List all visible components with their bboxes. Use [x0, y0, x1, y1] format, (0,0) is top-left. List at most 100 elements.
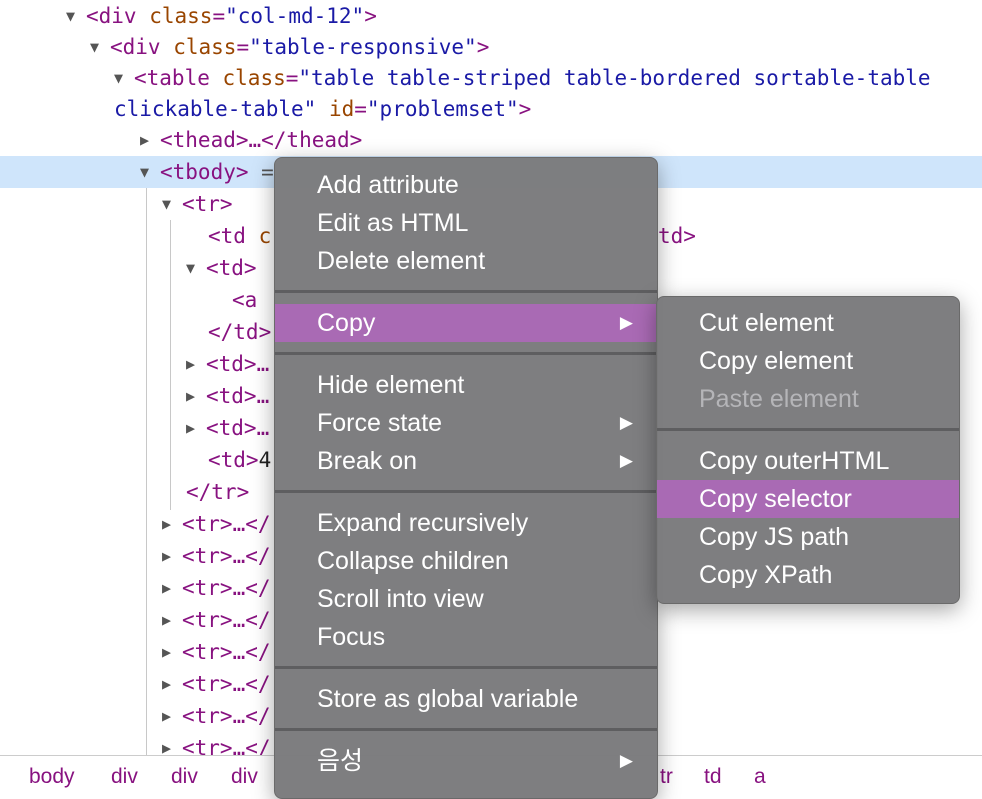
expand-triangle-icon[interactable]: ▶ — [162, 700, 182, 732]
menu-item-cut-element[interactable]: Cut element — [657, 304, 959, 342]
menu-item-break-on[interactable]: Break on ▶ — [275, 442, 657, 480]
menu-item-expand-recursively[interactable]: Expand recursively — [275, 504, 657, 542]
context-menu: Add attribute Edit as HTML Delete elemen… — [274, 157, 658, 799]
menu-item-label: Cut element — [699, 309, 834, 337]
tag-name: <a — [232, 288, 258, 312]
attr-value: "table table-striped table-bordered sort… — [298, 66, 931, 90]
dom-node-td-expanded[interactable]: ▼ <td> — [186, 252, 257, 284]
tag-name: <td>… — [206, 416, 270, 440]
menu-item-label: Expand recursively — [317, 509, 529, 537]
menu-item-edit-as-html[interactable]: Edit as HTML — [275, 204, 657, 242]
menu-item-delete-element[interactable]: Delete element — [275, 242, 657, 280]
expand-triangle-icon[interactable]: ▶ — [162, 540, 182, 572]
menu-item-copy-selector[interactable]: Copy selector — [657, 480, 959, 518]
submenu-arrow-icon: ▶ — [619, 313, 633, 332]
menu-item-focus[interactable]: Focus — [275, 618, 657, 656]
dom-node-tr-collapsed[interactable]: ▶ <tr>…</ — [162, 604, 271, 636]
menu-item-label: Break on — [317, 447, 418, 475]
dom-node-td[interactable]: <td c — [208, 220, 271, 252]
expand-triangle-icon[interactable]: ▶ — [162, 636, 182, 668]
dom-node-thead[interactable]: ▶ <thead>…</thead> — [140, 124, 362, 156]
tag-name: </td> — [208, 320, 272, 344]
menu-item-copy-js-path[interactable]: Copy JS path — [657, 518, 959, 556]
dom-node-div-table-responsive[interactable]: ▼ <div class="table-responsive"> — [90, 31, 489, 63]
tag-close: > — [518, 97, 532, 121]
dom-node-tr-collapsed[interactable]: ▶ <tr>…</ — [162, 540, 271, 572]
menu-item-label: 음성 — [317, 747, 364, 775]
dom-node-td-tail: td> — [658, 220, 696, 252]
menu-item-copy-xpath[interactable]: Copy XPath — [657, 556, 959, 594]
dom-node-div-col[interactable]: ▼ <div class="col-md-12"> — [66, 0, 377, 32]
dom-node-tr-collapsed[interactable]: ▶ <tr>…</ — [162, 508, 271, 540]
breadcrumb-item[interactable]: div — [171, 765, 198, 789]
submenu-arrow-icon: ▶ — [619, 451, 633, 470]
copy-submenu: Cut element Copy element Paste element C… — [656, 296, 960, 604]
expand-triangle-icon[interactable]: ▶ — [186, 380, 206, 412]
tree-guide-line — [170, 220, 171, 510]
dom-node-td-collapsed[interactable]: ▶ <td>… — [186, 380, 269, 412]
attr-name: class — [149, 4, 213, 28]
breadcrumb-item[interactable]: tr — [660, 765, 673, 789]
menu-item-label: Add attribute — [317, 171, 459, 199]
menu-separator — [275, 352, 657, 355]
tag-name: <tr>…</ — [182, 640, 271, 664]
breadcrumb-item[interactable]: body — [29, 765, 75, 789]
collapse-triangle-icon[interactable]: ▼ — [162, 188, 182, 220]
expand-triangle-icon[interactable]: ▶ — [162, 508, 182, 540]
menu-separator — [657, 428, 959, 431]
menu-item-copy-outerhtml[interactable]: Copy outerHTML — [657, 442, 959, 480]
menu-item-force-state[interactable]: Force state ▶ — [275, 404, 657, 442]
expand-triangle-icon[interactable]: ▶ — [162, 668, 182, 700]
dom-node-a[interactable]: <a — [232, 284, 257, 316]
menu-item-label: Copy — [317, 309, 376, 337]
collapse-triangle-icon[interactable]: ▼ — [114, 62, 134, 94]
tag-name: <div — [86, 4, 137, 28]
dom-node-tr-collapsed[interactable]: ▶ <tr>…</ — [162, 732, 271, 755]
breadcrumb-item[interactable]: a — [754, 765, 766, 789]
collapse-triangle-icon[interactable]: ▼ — [90, 31, 110, 63]
expand-triangle-icon[interactable]: ▶ — [140, 124, 160, 156]
dom-node-tr-collapsed[interactable]: ▶ <tr>…</ — [162, 700, 271, 732]
dom-node-td-close: </td> — [208, 316, 271, 348]
breadcrumb-item[interactable]: div — [231, 765, 258, 789]
attr-eq: = — [236, 35, 250, 59]
menu-item-copy-element[interactable]: Copy element — [657, 342, 959, 380]
dom-node-table[interactable]: ▼ <table class="table table-striped table… — [114, 62, 931, 94]
dom-node-tr-collapsed[interactable]: ▶ <tr>…</ — [162, 572, 271, 604]
menu-item-label: Copy outerHTML — [699, 447, 890, 475]
menu-item-copy[interactable]: Copy ▶ — [275, 304, 657, 342]
dom-node-tr[interactable]: ▼ <tr> — [162, 188, 233, 220]
expand-triangle-icon[interactable]: ▶ — [186, 348, 206, 380]
tag-name: <td>… — [206, 384, 270, 408]
collapse-triangle-icon[interactable]: ▼ — [66, 0, 86, 32]
expand-triangle-icon[interactable]: ▶ — [162, 604, 182, 636]
breadcrumb-item[interactable]: td — [704, 765, 722, 789]
menu-item-add-attribute[interactable]: Add attribute — [275, 166, 657, 204]
menu-item-scroll-into-view[interactable]: Scroll into view — [275, 580, 657, 618]
menu-item-hide-element[interactable]: Hide element — [275, 366, 657, 404]
dom-node-tr-collapsed[interactable]: ▶ <tr>…</ — [162, 668, 271, 700]
tag-name: <tr> — [182, 192, 233, 216]
dom-node-td-text[interactable]: <td>4 — [208, 444, 271, 476]
dom-node-td-collapsed[interactable]: ▶ <td>… — [186, 348, 269, 380]
menu-item-label: Paste element — [699, 385, 859, 413]
tag-close: td> — [658, 224, 696, 248]
tag-name: <tr>…</ — [182, 512, 271, 536]
collapse-triangle-icon[interactable]: ▼ — [186, 252, 206, 284]
dom-node-tr-collapsed[interactable]: ▶ <tr>…</ — [162, 636, 271, 668]
menu-item-label: Copy selector — [699, 485, 852, 513]
expand-triangle-icon[interactable]: ▶ — [186, 412, 206, 444]
menu-item-label: Copy XPath — [699, 561, 833, 589]
collapse-triangle-icon[interactable]: ▼ — [140, 156, 160, 188]
menu-item-store-global-variable[interactable]: Store as global variable — [275, 680, 657, 718]
dom-node-td-collapsed[interactable]: ▶ <td>… — [186, 412, 269, 444]
tree-guide-line — [146, 188, 147, 755]
breadcrumb-item[interactable]: div — [111, 765, 138, 789]
tag-name: <tr>…</ — [182, 544, 271, 568]
expand-triangle-icon[interactable]: ▶ — [162, 732, 182, 755]
tag-name: <td>… — [206, 352, 270, 376]
menu-item-speech[interactable]: 음성 ▶ — [275, 742, 657, 780]
menu-item-collapse-children[interactable]: Collapse children — [275, 542, 657, 580]
expand-triangle-icon[interactable]: ▶ — [162, 572, 182, 604]
menu-separator — [275, 290, 657, 293]
